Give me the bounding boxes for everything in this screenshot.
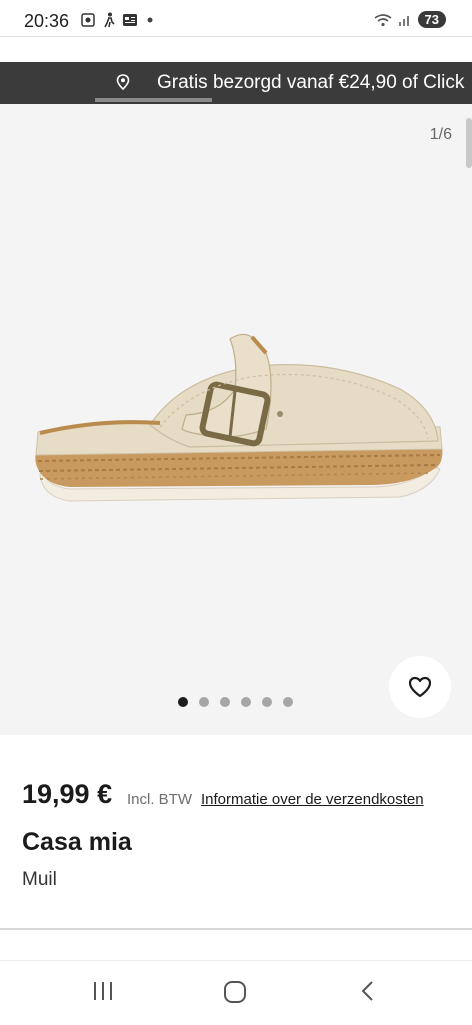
- product-price: 19,99 €: [22, 779, 113, 809]
- product-image: [35, 333, 443, 502]
- gallery-dot-5[interactable]: [262, 697, 272, 707]
- product-brand: Casa mia: [22, 828, 132, 856]
- header-divider: [0, 36, 472, 37]
- status-icons-left: [80, 12, 156, 28]
- section-divider: [0, 928, 472, 930]
- battery-icon: 73: [417, 11, 446, 28]
- signal-icon: [398, 15, 409, 26]
- favorite-button[interactable]: [389, 656, 451, 718]
- status-time: 20:36: [24, 11, 70, 31]
- shipping-info-link[interactable]: Informatie over de verzendkosten: [201, 791, 424, 808]
- status-bar: 20:36 73: [0, 0, 472, 44]
- walking-icon: [104, 12, 115, 28]
- home-icon[interactable]: [222, 979, 248, 1005]
- recent-apps-icon[interactable]: [91, 979, 115, 1003]
- product-type: Muil: [22, 869, 57, 890]
- location-pin-icon: [116, 74, 130, 90]
- banner-progress-indicator: [95, 98, 212, 102]
- gallery-dot-1[interactable]: [178, 697, 188, 707]
- gallery-dot-3[interactable]: [220, 697, 230, 707]
- gallery-dot-6[interactable]: [283, 697, 293, 707]
- status-icons-right: 73: [374, 11, 446, 28]
- gallery-pagination: [178, 697, 293, 707]
- product-image-gallery[interactable]: 1/6: [0, 104, 472, 735]
- news-icon: [123, 14, 137, 26]
- wifi-icon: [374, 13, 392, 26]
- promo-banner[interactable]: Gratis bezorgd vanaf €24,90 of Click: [0, 62, 472, 104]
- screenshot-icon: [81, 13, 95, 27]
- vat-label: Incl. BTW: [127, 791, 193, 808]
- gallery-dot-4[interactable]: [241, 697, 251, 707]
- banner-text: Gratis bezorgd vanaf €24,90 of Click: [157, 72, 465, 93]
- heart-icon: [408, 676, 432, 698]
- back-icon[interactable]: [356, 979, 380, 1003]
- scrollbar[interactable]: [466, 118, 472, 168]
- gallery-dot-2[interactable]: [199, 697, 209, 707]
- image-counter: 1/6: [429, 126, 452, 143]
- dot-icon: [147, 17, 153, 23]
- system-navigation-bar: [0, 960, 472, 1025]
